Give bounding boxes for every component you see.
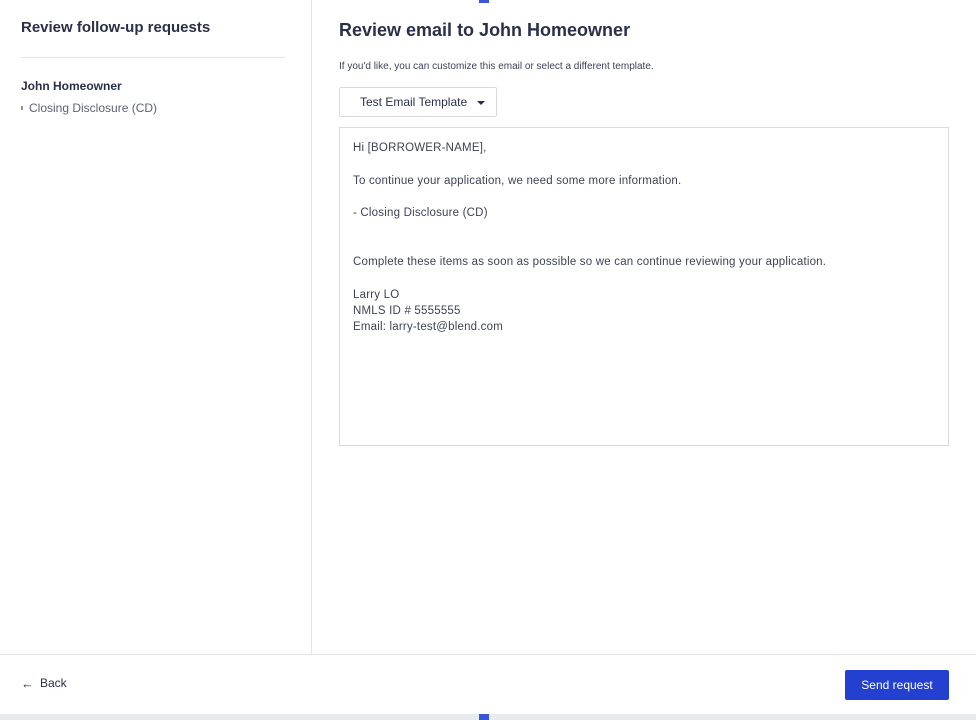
email-line [353,238,935,254]
borrower-name: John Homeowner [21,79,122,93]
sidebar-title: Review follow-up requests [21,19,211,36]
email-line [353,221,935,237]
email-line: Hi [BORROWER-NAME], [353,142,487,154]
email-line: Email: larry-test@blend.com [353,321,504,334]
email-line: To continue your application, we need so… [353,174,682,187]
page-subtitle: If you'd like, you can customize this em… [339,61,654,72]
request-item-label: Closing Disclosure (CD) [29,101,158,115]
bottom-scroll-marker [479,714,489,720]
footer-bar: ← Back Send request [0,654,976,714]
request-item: Closing Disclosure (CD) [21,101,157,115]
back-button-label: Back [40,676,67,690]
main-panel: Review email to John Homeowner If you'd … [313,0,976,654]
bullet-icon [21,106,23,110]
email-line [353,270,935,286]
template-select-value: Test Email Template [360,95,468,109]
template-select[interactable]: Test Email Template [339,87,497,117]
back-button[interactable]: ← Back [21,676,67,690]
app-window: Review follow-up requests John Homeowner… [0,0,976,720]
send-request-button[interactable]: Send request [845,670,949,700]
email-line: NMLS ID # 5555555 [353,304,461,317]
page-title: Review email to John Homeowner [339,20,631,40]
caret-down-icon [477,100,486,105]
email-line [353,156,935,172]
sidebar: Review follow-up requests John Homeowner… [0,0,312,654]
email-line: Complete these items as soon as possible… [353,256,827,269]
email-line: - Closing Disclosure (CD) [353,207,488,220]
email-line [353,189,935,205]
email-body-editor[interactable]: Hi [BORROWER-NAME], To continue your app… [339,127,949,446]
sidebar-divider [21,57,285,58]
arrow-left-icon: ← [21,675,34,691]
email-line: Larry LO [353,288,400,301]
